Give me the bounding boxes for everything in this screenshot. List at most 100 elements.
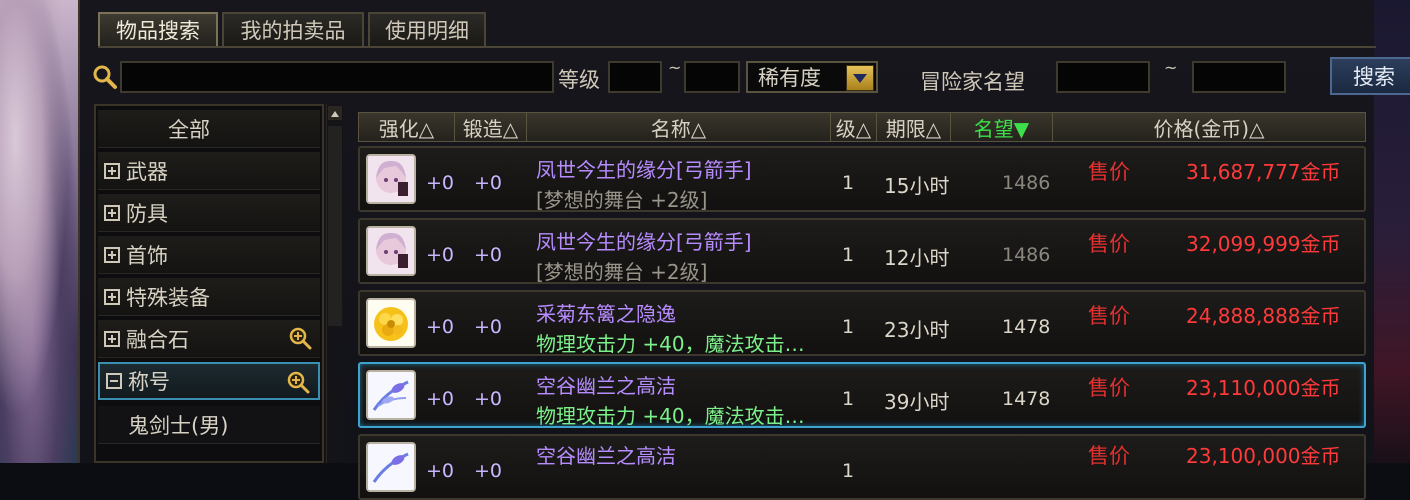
forge-value: +0: [474, 244, 503, 266]
column-fame[interactable]: 名望▼: [951, 113, 1053, 141]
search-button[interactable]: 搜索: [1330, 57, 1410, 95]
category-label: 防具: [126, 201, 168, 226]
category-label: 武器: [126, 159, 168, 184]
enhance-value: +0: [426, 172, 455, 194]
sell-label: 售价: [1088, 444, 1130, 468]
item-level: 1: [842, 316, 855, 338]
category-armor[interactable]: 防具: [98, 194, 320, 232]
orchid-icon: [366, 370, 416, 420]
result-row[interactable]: +0 +0 凤世今生的缘分[弓箭手] [梦想的舞台 +2级] 1 15小时 14…: [358, 146, 1366, 212]
portrait-icon: [366, 154, 416, 204]
tab-item-search[interactable]: 物品搜索: [98, 12, 218, 46]
forge-value: +0: [474, 460, 503, 482]
category-title[interactable]: 称号: [98, 362, 320, 400]
item-name: 空谷幽兰之高洁: [536, 374, 676, 398]
scroll-up-arrow-icon[interactable]: [328, 106, 342, 120]
item-fame: 1486: [1002, 244, 1051, 266]
item-fame: 1478: [1002, 316, 1051, 338]
chevron-down-icon[interactable]: [846, 65, 874, 91]
column-price[interactable]: 价格(金币)△: [1053, 113, 1365, 141]
collapse-minus-icon[interactable]: [106, 373, 122, 389]
forge-value: +0: [474, 388, 503, 410]
forge-value: +0: [474, 316, 503, 338]
item-fame: 1478: [1002, 388, 1051, 410]
column-level[interactable]: 级△: [831, 113, 877, 141]
item-period: 23小时: [884, 318, 950, 342]
expand-plus-icon[interactable]: [104, 204, 120, 221]
item-price: 32,099,999金币: [1186, 232, 1341, 256]
sell-label: 售价: [1088, 160, 1130, 184]
forge-value: +0: [474, 172, 503, 194]
fame-range-separator: ~: [1164, 58, 1178, 77]
scroll-thumb[interactable]: [328, 126, 342, 326]
column-forge[interactable]: 锻造△: [455, 113, 527, 141]
item-level: 1: [842, 172, 855, 194]
item-period: 39小时: [884, 390, 950, 414]
result-row[interactable]: +0 +0 采菊东篱之隐逸 物理攻击力 +40，魔法攻击… 1 23小时 147…: [358, 290, 1366, 356]
expand-plus-icon[interactable]: [104, 162, 120, 179]
expand-plus-icon[interactable]: [104, 330, 120, 347]
zoom-in-icon[interactable]: [288, 326, 312, 350]
column-enhance[interactable]: 强化△: [359, 113, 455, 141]
sell-label: 售价: [1088, 376, 1130, 400]
item-period: 15小时: [884, 174, 950, 198]
item-level: 1: [842, 388, 855, 410]
category-label: 融合石: [126, 327, 189, 352]
enhance-value: +0: [426, 244, 455, 266]
item-period: 12小时: [884, 246, 950, 270]
enhance-value: +0: [426, 316, 455, 338]
category-weapons[interactable]: 武器: [98, 152, 320, 190]
category-fusion-stone[interactable]: 融合石: [98, 320, 320, 358]
result-row[interactable]: +0 +0 空谷幽兰之高洁 1 售价 23,100,000金币: [358, 434, 1366, 500]
category-label: 首饰: [126, 243, 168, 268]
column-name[interactable]: 名称△: [527, 113, 831, 141]
search-icon: [93, 65, 117, 89]
result-row-selected[interactable]: +0 +0 空谷幽兰之高洁 物理攻击力 +40，魔法攻击… 1 39小时 147…: [358, 362, 1366, 428]
item-price: 23,100,000金币: [1186, 444, 1341, 468]
item-stats: 物理攻击力 +40，魔法攻击…: [536, 404, 805, 428]
tab-usage-details[interactable]: 使用明细: [368, 12, 486, 46]
item-name: 凤世今生的缘分[弓箭手]: [536, 158, 752, 182]
rarity-dropdown[interactable]: 稀有度: [746, 61, 878, 93]
orchid-icon: [366, 442, 416, 492]
item-name: 凤世今生的缘分[弓箭手]: [536, 230, 752, 254]
category-label: 鬼剑士(男): [128, 413, 229, 438]
column-period[interactable]: 期限△: [877, 113, 951, 141]
category-list: 全部 武器 防具 首饰 特殊装备 融合石 称号 鬼剑士(男): [94, 104, 324, 463]
expand-plus-icon[interactable]: [104, 246, 120, 263]
item-subtext: [梦想的舞台 +2级]: [536, 188, 708, 212]
search-input[interactable]: [120, 61, 554, 93]
category-label: 特殊装备: [126, 285, 210, 310]
level-min-input[interactable]: [608, 61, 662, 93]
category-accessories[interactable]: 首饰: [98, 236, 320, 274]
sell-label: 售价: [1088, 304, 1130, 328]
fame-label: 冒险家名望: [920, 70, 1025, 94]
category-special-equipment[interactable]: 特殊装备: [98, 278, 320, 316]
chrysanthemum-icon: [366, 298, 416, 348]
category-label: 全部: [168, 117, 210, 142]
zoom-in-icon[interactable]: [286, 370, 310, 394]
category-label: 称号: [128, 370, 170, 394]
sell-label: 售价: [1088, 232, 1130, 256]
level-range-separator: ~: [668, 58, 682, 77]
fame-min-input[interactable]: [1056, 61, 1150, 93]
category-all[interactable]: 全部: [98, 110, 320, 148]
fame-max-input[interactable]: [1192, 61, 1286, 93]
auction-panel: 物品搜索 我的拍卖品 使用明细 等级 ~ 稀有度 冒险家名望 ~ 搜索 全部 武…: [78, 0, 1410, 500]
results-header: 强化△ 锻造△ 名称△ 级△ 期限△ 名望▼ 价格(金币)△: [358, 112, 1366, 142]
enhance-value: +0: [426, 460, 455, 482]
result-row[interactable]: +0 +0 凤世今生的缘分[弓箭手] [梦想的舞台 +2级] 1 12小时 14…: [358, 218, 1366, 284]
item-fame: 1486: [1002, 172, 1051, 194]
item-price: 24,888,888金币: [1186, 304, 1341, 328]
rarity-dropdown-label: 稀有度: [758, 66, 821, 90]
tab-my-auctions[interactable]: 我的拍卖品: [222, 12, 364, 46]
subcategory-slayer-male[interactable]: 鬼剑士(男): [98, 406, 320, 444]
background-art-left: [0, 0, 78, 463]
category-scrollbar[interactable]: [326, 104, 343, 463]
item-subtext: [梦想的舞台 +2级]: [536, 260, 708, 284]
item-price: 31,687,777金币: [1186, 160, 1341, 184]
level-label: 等级: [558, 68, 600, 92]
enhance-value: +0: [426, 388, 455, 410]
expand-plus-icon[interactable]: [104, 288, 120, 305]
level-max-input[interactable]: [684, 61, 740, 93]
